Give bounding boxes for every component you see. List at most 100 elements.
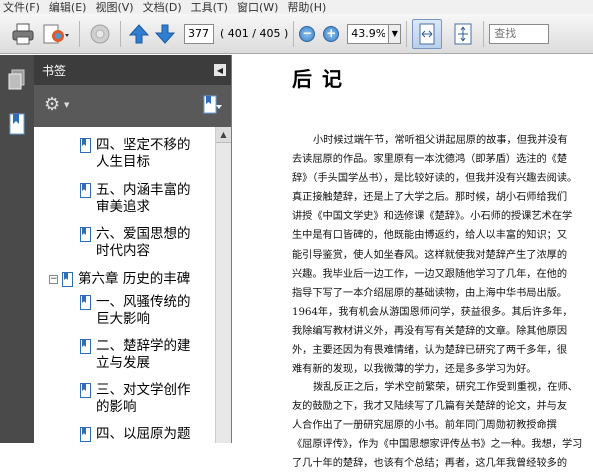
fit-width-icon (419, 23, 435, 44)
bookmark-label-line: 时代内容 (96, 243, 150, 259)
bookmark-label: 三、对文学创作 的影响 (96, 382, 191, 416)
menu-file[interactable]: 文件(F) (0, 0, 46, 15)
bookmark-label-line: 六、爱国思想的 (96, 226, 191, 242)
menu-edit[interactable]: 编辑(E) (46, 0, 93, 15)
zoom-in-button[interactable]: + (323, 25, 340, 42)
save-icon (90, 24, 110, 43)
text-line: 外，主要还因为有畏难情绪，认为楚辞已研究了两千多年，很 (292, 345, 568, 357)
save-button[interactable] (85, 21, 115, 47)
bookmark-item[interactable]: 一、风骚传统的 巨大影响 (80, 294, 191, 328)
search-input[interactable] (489, 23, 550, 44)
zoom-level-input[interactable] (347, 23, 390, 44)
bookmark-label: 五、内涵丰富的 审美追求 (96, 182, 191, 216)
text-line: 拨乱反正之后，学术空前繁荣，研究工作受到重视，在师、 (313, 382, 578, 393)
pages-panel-icon[interactable] (7, 69, 27, 91)
bookmark-label: 第六章 历史的丰碑 (78, 271, 190, 288)
fit-page-icon (454, 23, 472, 44)
bookmark-icon (80, 427, 91, 442)
bookmark-label: 二、楚辞学的建 立与发展 (96, 338, 191, 372)
panel-tools: ⚙ ▼ (34, 85, 231, 127)
bookmark-item[interactable]: 四、坚定不移的 人生目标 (80, 137, 191, 171)
scroll-up-button[interactable]: ▲ (216, 127, 231, 143)
gear-icon[interactable]: ⚙ (44, 96, 60, 114)
page-count: ( 401 / 405 ) (220, 27, 289, 40)
text-line: 辞》（手头国学丛书），是比较好读的，但我并没有兴趣去阅读。 (292, 173, 578, 185)
options-dropdown-icon[interactable]: ▼ (64, 101, 69, 109)
bookmark-label-line: 三、对文学创作 (96, 382, 191, 398)
toolbar-separator (483, 20, 485, 47)
toolbar-separator (293, 20, 295, 47)
toolbar-separator (120, 20, 121, 47)
zoom-out-icon: − (302, 25, 313, 40)
share-icon (43, 24, 69, 43)
text-line: 兴趣。我毕业后一边工作，一边又跟随他学习了几年，在他的 (292, 268, 568, 280)
document-paragraph: 拨乱反正之后，学术空前繁荣，研究工作受到重视，在师、友的鼓励之下，我才又陆续写了… (292, 378, 586, 473)
text-line: 去读屈原的作品。家里原有一本沈德鸿（即茅盾）选注的《楚 (292, 154, 568, 166)
page-title: 后记 (292, 67, 352, 91)
prev-page-button[interactable] (126, 21, 152, 47)
menu-document[interactable]: 文档(D) (140, 0, 188, 15)
bookmark-label-line: 五、内涵丰富的 (96, 182, 191, 198)
bookmark-label-line: 的影响 (96, 399, 137, 415)
bookmarks-panel: 书签 ◀ ⚙ ▼ 四、坚定不移的 人生目标 五、内涵丰富的 审美追求 六、爱国思想的 时代… (34, 55, 232, 443)
collapse-panel-button[interactable]: ◀ (214, 64, 226, 76)
tree-expander[interactable]: − (49, 275, 58, 284)
panel-header: 书签 ◀ (34, 55, 231, 85)
fit-width-button[interactable] (412, 18, 443, 49)
bookmark-item[interactable]: 六、爱国思想的 时代内容 (80, 226, 191, 260)
bookmark-label-line: 四、坚定不移的 (96, 137, 191, 153)
prev-page-icon (128, 23, 150, 43)
bookmark-icon (80, 383, 91, 398)
bookmark-label-line: 立与发展 (96, 355, 150, 371)
bookmark-tree: 四、坚定不移的 人生目标 五、内涵丰富的 审美追求 六、爱国思想的 时代内容 − 第六章 历史… (34, 127, 216, 443)
zoom-out-button[interactable]: − (299, 25, 316, 42)
share-button[interactable] (38, 21, 74, 47)
menu-tools[interactable]: 工具(T) (188, 0, 234, 15)
bookmark-label: 四、坚定不移的 人生目标 (96, 137, 191, 171)
bookmark-label-line: 一、风骚传统的 (96, 294, 191, 310)
text-line: 友的鼓励之下，我才又陆续写了几篇有关楚辞的论文，并与友 (292, 401, 568, 413)
zoom-dropdown-button[interactable]: ▼ (389, 23, 402, 44)
toolbar-separator (79, 20, 80, 47)
bookmark-item[interactable]: 五、内涵丰富的 审美追求 (80, 182, 191, 216)
text-line: 生中是有口皆碑的，他既能由博返约，给人以丰富的知识；又 (292, 230, 568, 242)
panel-title: 书签 (42, 63, 67, 78)
bookmarks-panel-icon[interactable] (7, 113, 27, 135)
navigation-rail (0, 55, 34, 443)
menu-help[interactable]: 帮助(H) (284, 0, 332, 15)
bookmark-scrollbar[interactable]: ▲ (215, 127, 231, 443)
bookmark-icon (80, 227, 91, 242)
menu-view[interactable]: 视图(V) (92, 0, 139, 15)
page-number-input[interactable] (184, 23, 214, 44)
toolbar: ( 401 / 405 ) − + ▼ (0, 14, 593, 54)
text-line: 真正接触楚辞，还是上了大学之后。那时候，胡小石师给我们 (292, 192, 568, 204)
next-page-button[interactable] (152, 21, 178, 47)
menu-bar: 文件(F) 编辑(E) 视图(V) 文档(D) 工具(T) 窗口(W) 帮助(H… (0, 0, 593, 14)
bookmark-label: 一、风骚传统的 巨大影响 (96, 294, 191, 328)
text-line: 讲授《中国文学史》和选修课《楚辞》。小石师的授课艺术在学 (292, 211, 573, 223)
bookmark-item[interactable]: 二、楚辞学的建 立与发展 (80, 338, 191, 372)
bookmark-label-line: 第六章 历史的丰碑 (78, 271, 191, 287)
new-bookmark-icon[interactable] (201, 95, 223, 115)
bookmark-label-line: 审美追求 (96, 199, 150, 215)
document-paragraph: 小时候过端午节，常听祖父讲起屈原的故事，但我并没有去读屈原的作品。家里原有一本沈… (292, 131, 586, 379)
bookmark-item[interactable]: 第六章 历史的丰碑 (62, 271, 190, 288)
bookmark-icon (80, 295, 91, 310)
text-line: 1964年，我有机会从游国恩师问学，获益很多。其后许多年， (292, 306, 573, 318)
zoom-in-icon: + (326, 25, 337, 40)
text-line: 了几十年的楚辞，也该有个总结；再者，这几年我曾经较多的 (292, 458, 568, 470)
bookmark-icon (62, 272, 73, 287)
bookmark-label-line: 二、楚辞学的建 (96, 338, 191, 354)
text-line: 人合作出了一册研究屈原的小书。前年同门周勋初教授命撰 (292, 420, 557, 432)
bookmark-item[interactable]: 三、对文学创作 的影响 (80, 382, 191, 416)
fit-page-button[interactable] (448, 21, 478, 47)
text-line: 小时候过端午节，常听祖父讲起屈原的故事，但我并没有 (313, 135, 568, 146)
toolbar-separator (406, 20, 408, 47)
print-button[interactable] (8, 21, 38, 47)
bookmark-label-line: 四、以屈原为题 (96, 426, 191, 442)
bookmark-icon (80, 183, 91, 198)
bookmark-label-line: 人生目标 (96, 154, 150, 170)
bookmark-item[interactable]: 四、以屈原为题材的艺术作品 (80, 426, 191, 443)
menu-window[interactable]: 窗口(W) (234, 0, 284, 15)
bookmark-label: 六、爱国思想的 时代内容 (96, 226, 191, 260)
